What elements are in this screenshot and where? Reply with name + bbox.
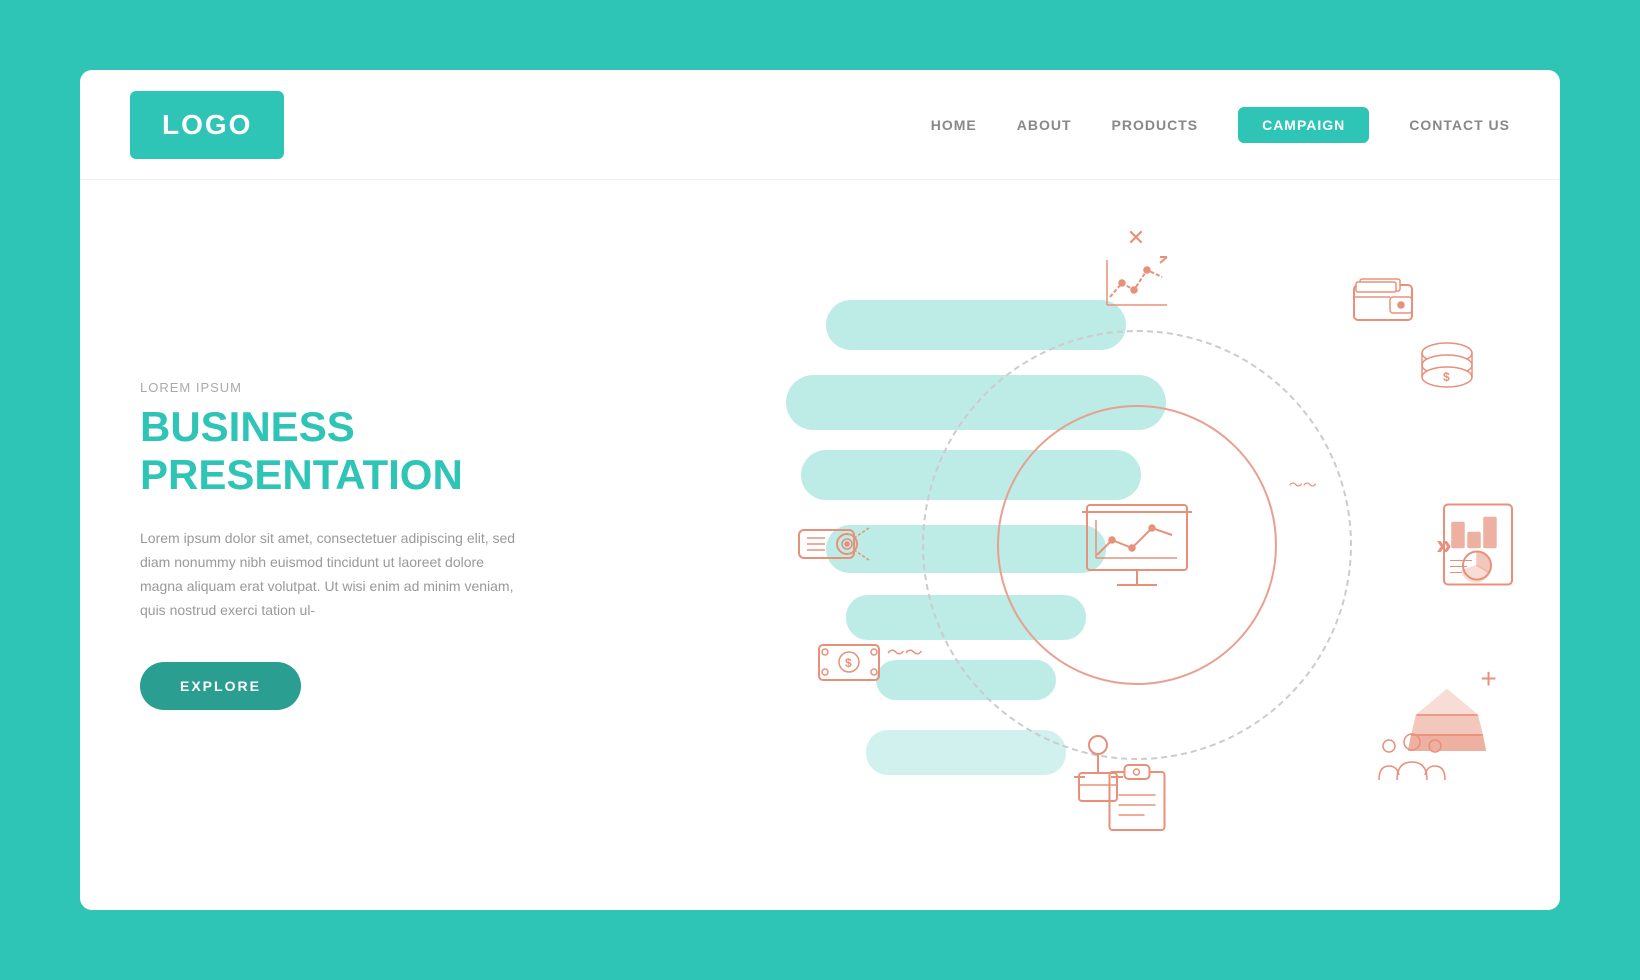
nav-about[interactable]: ABOUT <box>1017 117 1072 133</box>
deco-double-arrow: » <box>1436 529 1452 561</box>
hero-description: Lorem ipsum dolor sit amet, consectetuer… <box>140 527 520 622</box>
deco-asterisk: ✕ <box>1127 225 1145 251</box>
deco-plus: + <box>1480 663 1496 695</box>
money-stack-svg: $ <box>1417 335 1477 400</box>
deco-squiggle-left: 〜〜 <box>887 639 923 665</box>
wallet-svg <box>1352 275 1417 325</box>
navigation: HOME ABOUT PRODUCTS CAMPAIGN CONTACT US <box>931 107 1510 143</box>
report-chart-icon-item <box>1442 503 1517 588</box>
projector-icon-item <box>797 520 872 570</box>
header: LOGO HOME ABOUT PRODUCTS CAMPAIGN CONTAC… <box>80 70 1560 180</box>
deco-squiggle-right: 〜〜 <box>1289 475 1317 495</box>
wallet-icon-item <box>1352 275 1417 325</box>
line-chart-svg <box>1102 255 1172 310</box>
nav-products[interactable]: PRODUCTS <box>1112 117 1199 133</box>
circle-diagram: $ <box>907 315 1367 775</box>
logo: LOGO <box>130 91 284 159</box>
people-svg <box>1377 730 1447 785</box>
lorem-label: LOREM IPSUM <box>140 380 686 395</box>
projector-svg <box>797 520 872 570</box>
nav-campaign[interactable]: CAMPAIGN <box>1238 107 1369 143</box>
people-group-icon-item <box>1377 730 1447 785</box>
presentation-board-svg <box>1082 500 1192 590</box>
hero-title: BUSINESS PRESENTATION <box>140 403 686 500</box>
clipboard-icon-item <box>1104 760 1169 835</box>
money-stack-icon-item: $ <box>1417 335 1477 400</box>
main-card: LOGO HOME ABOUT PRODUCTS CAMPAIGN CONTAC… <box>80 70 1560 910</box>
hero-illustration: $ <box>746 180 1560 910</box>
clipboard-svg <box>1104 760 1169 835</box>
nav-contact[interactable]: CONTACT US <box>1409 117 1510 133</box>
hero-section: LOREM IPSUM BUSINESS PRESENTATION Lorem … <box>80 180 1560 910</box>
hero-left: LOREM IPSUM BUSINESS PRESENTATION Lorem … <box>80 180 746 910</box>
nav-home[interactable]: HOME <box>931 117 977 133</box>
center-presentation-icon <box>1082 500 1192 590</box>
money-bill-icon-item: $ <box>817 640 882 685</box>
report-chart-svg <box>1442 503 1517 588</box>
money-bill-svg: $ <box>817 640 882 685</box>
explore-button[interactable]: EXPLORE <box>140 662 301 710</box>
line-chart-icon-item <box>1102 255 1172 310</box>
svg-text:$: $ <box>1443 370 1450 384</box>
svg-text:$: $ <box>845 656 852 670</box>
